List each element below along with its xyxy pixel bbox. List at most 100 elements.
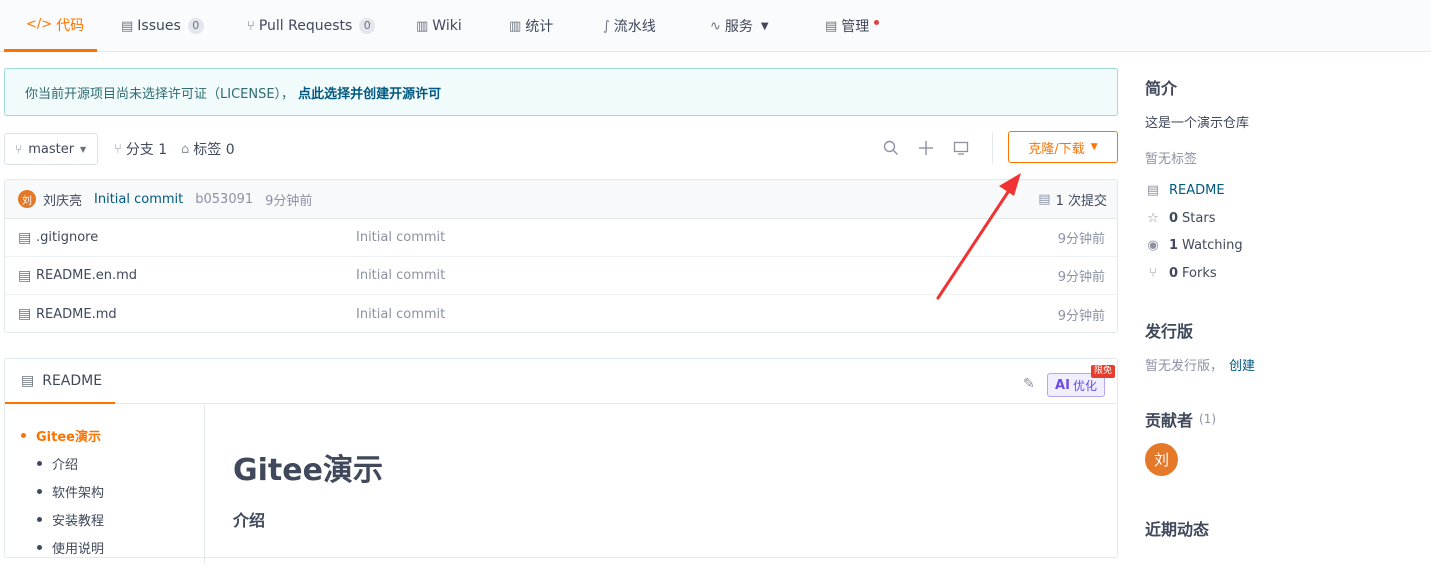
- commit-author[interactable]: 刘庆亮: [43, 190, 82, 209]
- file-icon: ▤: [18, 306, 32, 322]
- avatar[interactable]: 刘: [1145, 443, 1178, 476]
- tab-wiki[interactable]: ▥ Wiki: [416, 0, 462, 52]
- toc-item[interactable]: Gitee演示: [21, 426, 101, 445]
- intro-title: 简介: [1145, 79, 1178, 98]
- file-icon: ▤: [18, 229, 32, 246]
- bullet: [37, 461, 42, 466]
- forks-link[interactable]: ⑂ 0 Forks: [1145, 266, 1217, 281]
- tab-manage[interactable]: ▤ 管理: [825, 0, 869, 52]
- stars-label: Stars: [1182, 211, 1216, 226]
- tag-icon: ⌂: [181, 141, 190, 157]
- file-commit-message[interactable]: Initial commit: [356, 268, 445, 283]
- tab-label: 管理: [841, 19, 870, 35]
- stars-link[interactable]: ☆ 0 Stars: [1145, 211, 1215, 226]
- file-name[interactable]: README.en.md: [36, 268, 137, 283]
- ai-text: 优化: [1072, 378, 1097, 393]
- release-text: 暂无发行版，: [1145, 359, 1224, 374]
- readme-tab[interactable]: ▤ README: [5, 359, 115, 404]
- web-ide-icon[interactable]: [951, 138, 971, 158]
- tab-label: 统计: [525, 19, 554, 35]
- commit-count-link[interactable]: ▤ 1 次提交: [1038, 190, 1107, 209]
- tab-service[interactable]: ∿ 服务 ▼: [710, 0, 769, 52]
- file-time: 9分钟前: [1057, 270, 1105, 285]
- branch-selector[interactable]: ⑂ master ▼: [4, 133, 98, 165]
- toc-label: 安装教程: [52, 514, 105, 529]
- tab-pull-requests[interactable]: ⑂ Pull Requests 0: [247, 0, 376, 52]
- contributors-heading: 贡献者 (1): [1145, 407, 1216, 431]
- no-tags-text: 暂无标签: [1145, 152, 1198, 167]
- readme-icon: ▤: [21, 372, 35, 389]
- pull-request-icon: ⑂: [247, 18, 255, 34]
- toolbar-divider: [992, 132, 993, 164]
- release-info: 暂无发行版， 创建: [1145, 355, 1255, 374]
- file-time: 9分钟前: [1057, 308, 1105, 324]
- toc-item[interactable]: 软件架构: [37, 482, 104, 501]
- toc-item[interactable]: 安装教程: [37, 510, 104, 529]
- file-name[interactable]: .gitignore: [36, 230, 98, 245]
- clone-label: 克隆/下载: [1028, 141, 1085, 157]
- search-icon[interactable]: [881, 138, 901, 158]
- readme-panel: ▤ README ✎ AI 优化 限免 Gitee演示 介绍 软件架构 安装教程…: [4, 358, 1118, 564]
- readme-toc: Gitee演示 介绍 软件架构 安装教程 使用说明: [5, 404, 205, 564]
- forks-count: 0: [1169, 266, 1179, 281]
- tags-count: 标签 0: [193, 142, 235, 158]
- wiki-icon: ▥: [416, 18, 429, 34]
- book-icon: ▤: [1146, 183, 1160, 198]
- eye-icon: ◉: [1147, 238, 1159, 253]
- file-list: 刘 刘庆亮 Initial commit b053091 9分钟前 ▤ 1 次提…: [4, 179, 1118, 333]
- tab-label: Pull Requests: [258, 18, 353, 34]
- license-create-link[interactable]: 点此选择并创建开源许可: [298, 83, 441, 102]
- latest-commit: 刘 刘庆亮 Initial commit b053091 9分钟前 ▤ 1 次提…: [5, 180, 1117, 219]
- watching-count: 1: [1169, 238, 1179, 253]
- toc-label: Gitee演示: [36, 430, 101, 445]
- file-row[interactable]: ▤ README.en.md Initial commit 9分钟前: [5, 257, 1117, 295]
- pipeline-icon: ∫: [603, 18, 610, 34]
- watching-link[interactable]: ◉ 1 Watching: [1145, 238, 1242, 253]
- license-banner: 你当前开源项目尚未选择许可证（LICENSE）， 点此选择并创建开源许可: [4, 68, 1118, 116]
- file-row[interactable]: ▤ README.md Initial commit 9分钟前: [5, 295, 1117, 333]
- toc-item[interactable]: 介绍: [37, 454, 78, 473]
- tab-issues[interactable]: ▤ Issues 0: [121, 0, 204, 52]
- readme-title: Gitee演示: [233, 453, 383, 488]
- branches-link[interactable]: ⑂ 分支 1: [114, 133, 167, 165]
- file-time: 9分钟前: [1057, 232, 1105, 247]
- readme-section-heading: 介绍: [233, 511, 266, 530]
- tab-pipeline[interactable]: ∫ 流水线: [603, 0, 656, 52]
- add-file-icon[interactable]: [916, 138, 936, 158]
- license-text: 你当前开源项目尚未选择许可证（LICENSE），: [25, 86, 295, 102]
- bullet: [21, 433, 26, 438]
- branches-count: 分支 1: [125, 142, 168, 158]
- file-commit-message[interactable]: Initial commit: [356, 307, 445, 322]
- code-icon: </>: [26, 17, 53, 32]
- caret-down-icon: ▼: [760, 20, 769, 32]
- toc-item[interactable]: 使用说明: [37, 538, 104, 557]
- file-icon: ▤: [18, 267, 32, 284]
- contributors-title: 贡献者: [1145, 411, 1194, 430]
- caret-down-icon: ▼: [80, 144, 87, 154]
- readme-link[interactable]: ▤ README: [1145, 183, 1225, 198]
- tab-stats[interactable]: ▥ 统计: [509, 0, 553, 52]
- tab-label: 代码: [56, 17, 85, 34]
- contributors-count: (1): [1199, 412, 1217, 426]
- readme-tab-label: README: [42, 372, 103, 389]
- file-commit-message[interactable]: Initial commit: [356, 230, 445, 245]
- tab-label: Wiki: [432, 18, 462, 34]
- pr-count-badge: 0: [359, 18, 376, 34]
- issues-icon: ▤: [121, 18, 134, 34]
- file-row[interactable]: ▤ .gitignore Initial commit 9分钟前: [5, 219, 1117, 257]
- release-create-link[interactable]: 创建: [1229, 355, 1255, 374]
- commit-message[interactable]: Initial commit: [94, 192, 183, 207]
- tab-label: 服务: [724, 19, 753, 35]
- file-name[interactable]: README.md: [36, 307, 117, 322]
- repo-nav: </> 代码 ▤ Issues 0 ⑂ Pull Requests 0 ▥ Wi…: [0, 0, 1431, 52]
- tags-link[interactable]: ⌂ 标签 0: [181, 133, 235, 165]
- branch-name: master: [28, 141, 75, 157]
- service-icon: ∿: [710, 18, 721, 34]
- commit-time: 9分钟前: [265, 193, 313, 209]
- commit-hash[interactable]: b053091: [195, 192, 253, 207]
- edit-icon[interactable]: ✎: [1023, 376, 1035, 392]
- clone-download-button[interactable]: 克隆/下载 ▼: [1008, 131, 1118, 163]
- avatar[interactable]: 刘: [18, 190, 36, 208]
- notification-dot: [874, 20, 879, 25]
- tab-code[interactable]: </> 代码: [4, 0, 97, 52]
